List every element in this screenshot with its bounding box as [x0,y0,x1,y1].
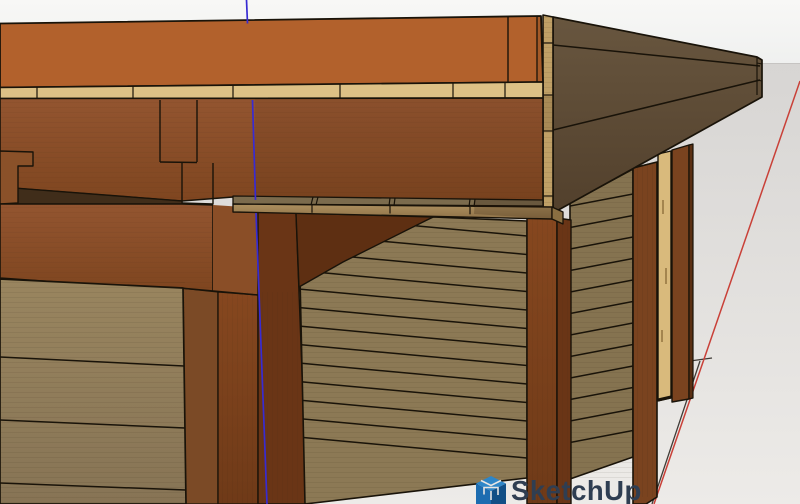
sketchup-viewport[interactable]: SketchUp [0,0,800,504]
right-post-b [671,144,690,403]
roof-front[interactable] [0,15,544,100]
model-scene[interactable]: SketchUp [0,0,800,504]
front-slat-wall[interactable] [295,212,528,504]
right-plywood-board [657,150,672,402]
near-corner-post[interactable] [526,215,572,504]
left-plank-wall[interactable] [0,278,187,504]
watermark-text: SketchUp [511,475,642,504]
post-upper-front[interactable] [213,205,258,295]
roof-top-face [0,15,544,89]
rim-joist-band[interactable] [0,97,544,207]
right-post-b-side [688,143,694,400]
